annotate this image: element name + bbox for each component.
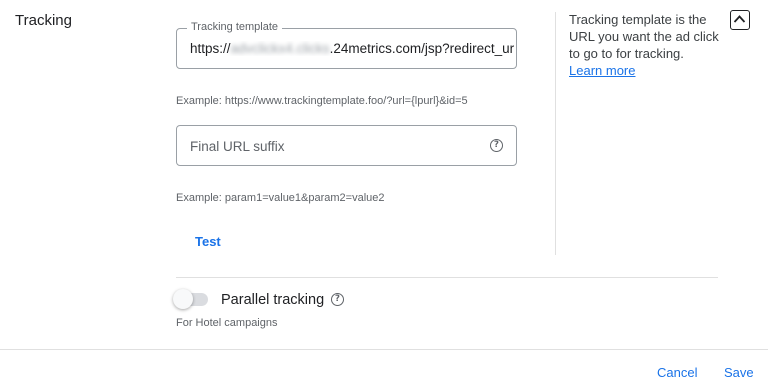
save-button[interactable]: Save [724,365,754,380]
help-text: Tracking template is the URL you want th… [569,12,719,61]
tracking-template-value[interactable]: https://advclickx4.clicks.24metrics.com/… [190,41,515,56]
help-circle-icon[interactable]: ? [331,293,344,306]
tracking-template-value-suffix: .24metrics.com/jsp?redirect_url={ [329,41,515,56]
parallel-tracking-label: Parallel tracking [221,292,325,308]
final-url-suffix-example: Example: param1=value1&param2=value2 [176,192,385,204]
final-url-suffix-placeholder: Final URL suffix [190,139,285,154]
tracking-template-example: Example: https://www.trackingtemplate.fo… [176,95,468,107]
chevron-up-icon [733,15,746,23]
learn-more-link[interactable]: Learn more [569,63,635,78]
tracking-template-value-prefix: https:// [190,41,231,56]
parallel-tracking-note: For Hotel campaigns [176,317,278,329]
help-text-block: Tracking template is the URL you want th… [569,11,719,79]
help-circle-icon[interactable]: ? [490,139,503,152]
vertical-divider [555,12,556,255]
tracking-template-label: Tracking template [187,21,283,33]
section-title: Tracking [15,12,72,29]
test-button[interactable]: Test [195,234,221,249]
section-divider [176,277,718,278]
collapse-button[interactable] [730,10,750,30]
footer-divider [0,349,768,350]
tracking-template-value-blurred: advclickx4.clicks [230,41,330,56]
parallel-tracking-toggle-knob[interactable] [173,289,193,309]
tracking-template-field[interactable]: Tracking template https://advclickx4.cli… [176,21,517,69]
final-url-suffix-field[interactable]: Final URL suffix ? [176,125,517,166]
cancel-button[interactable]: Cancel [657,365,697,380]
